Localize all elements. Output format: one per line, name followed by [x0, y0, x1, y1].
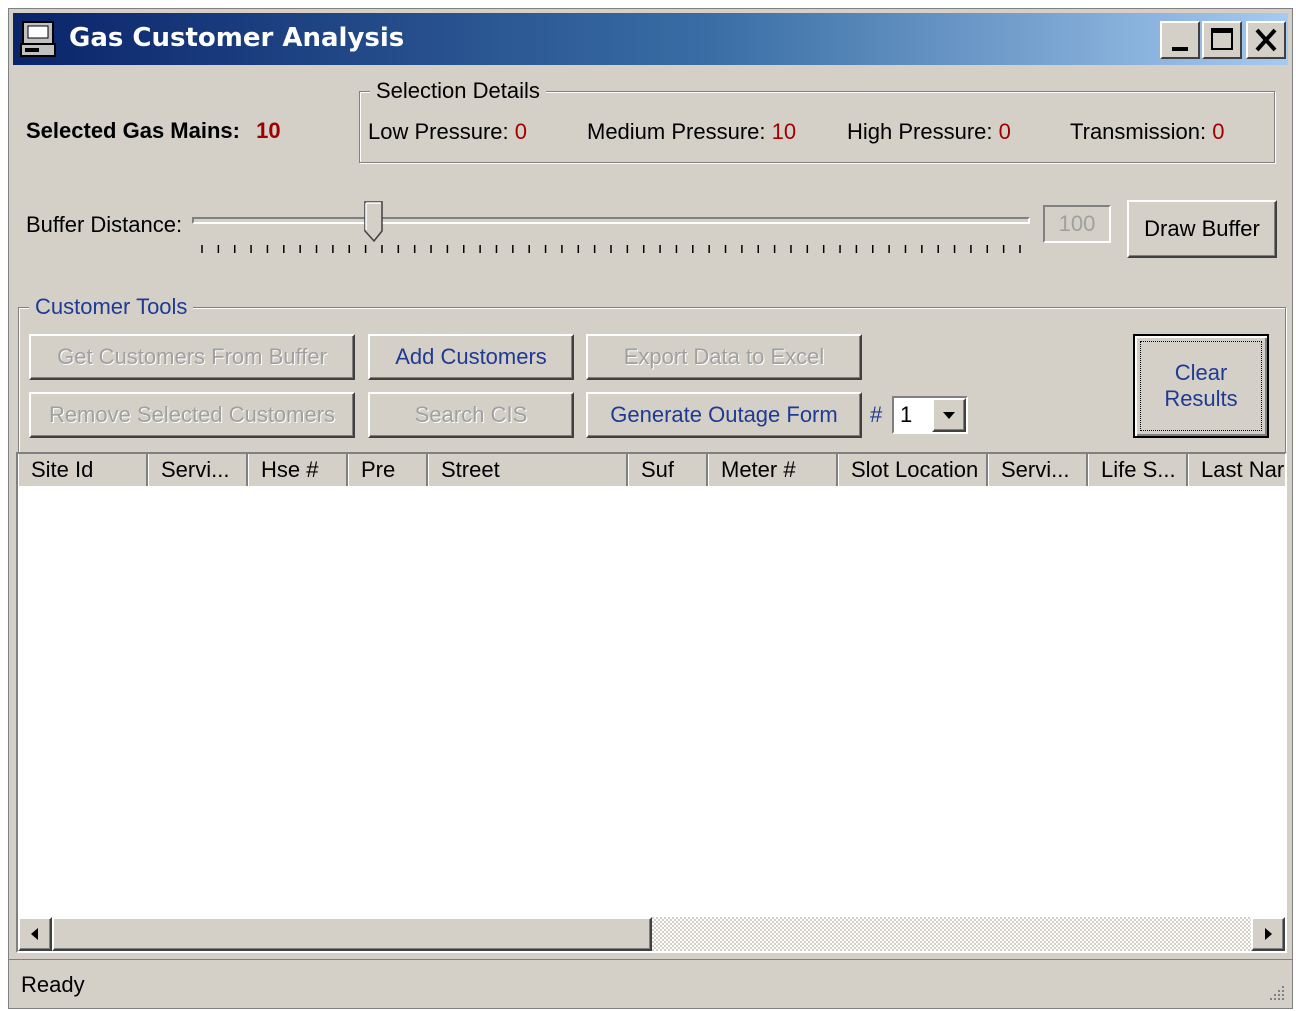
transmission-stat: Transmission: 0 [1070, 119, 1224, 145]
clear-results-line2: Results [1164, 386, 1238, 411]
draw-buffer-button[interactable]: Draw Buffer [1127, 200, 1277, 258]
scroll-thumb[interactable] [52, 917, 652, 951]
high-pressure-value: 0 [998, 119, 1011, 144]
column-header[interactable]: Servi... [148, 454, 248, 486]
clear-results-focus: Clear Results [1140, 341, 1262, 431]
medium-pressure-label: Medium Pressure: [587, 119, 766, 144]
arrow-right-icon [1265, 928, 1272, 940]
scroll-right-button[interactable] [1251, 917, 1285, 951]
form-number-select[interactable]: 1 [892, 396, 968, 434]
low-pressure-label: Low Pressure: [368, 119, 509, 144]
medium-pressure-value: 10 [771, 119, 797, 144]
customer-results-table[interactable]: Site Id Servi... Hse # Pre Street Suf Meter # S… [16, 452, 1287, 953]
selected-gas-mains-value: 10 [256, 118, 281, 143]
app-icon [19, 20, 57, 58]
remove-selected-customers-button[interactable]: Remove Selected Customers [29, 392, 355, 438]
column-header[interactable]: Meter # [708, 454, 838, 486]
customer-tools-title: Customer Tools [29, 294, 194, 320]
column-header[interactable]: Site Id [18, 454, 148, 486]
window-title: Gas Customer Analysis [69, 23, 405, 53]
maximize-icon [1211, 28, 1233, 50]
buffer-distance-slider[interactable] [192, 199, 1030, 259]
column-header[interactable]: Pre [348, 454, 428, 486]
form-number-hash-label: # [870, 402, 883, 427]
transmission-value: 0 [1212, 119, 1225, 144]
column-header[interactable]: Life S... [1088, 454, 1188, 486]
high-pressure-label: High Pressure: [847, 119, 993, 144]
clear-results-button[interactable]: Clear Results [1133, 334, 1269, 438]
slider-track [192, 217, 1030, 224]
minimize-icon [1172, 47, 1188, 51]
medium-pressure-stat: Medium Pressure: 10 [587, 119, 796, 145]
status-bar: Ready [9, 959, 1292, 1008]
column-header[interactable]: Street [428, 454, 628, 486]
title-bar[interactable]: Gas Customer Analysis [13, 13, 1288, 65]
high-pressure-stat: High Pressure: 0 [847, 119, 1011, 145]
arrow-left-icon [31, 928, 38, 940]
add-customers-button[interactable]: Add Customers [368, 334, 574, 380]
column-header[interactable]: Last Nar [1188, 454, 1285, 486]
column-header[interactable]: Suf [628, 454, 708, 486]
selection-details-group: Selection Details Low Pressure: 0 Medium… [359, 78, 1275, 163]
column-header[interactable]: Slot Location [838, 454, 988, 486]
scroll-left-button[interactable] [18, 917, 52, 951]
low-pressure-value: 0 [514, 119, 527, 144]
buffer-distance-label: Buffer Distance: [26, 212, 183, 237]
column-header[interactable]: Servi... [988, 454, 1088, 486]
buffer-distance-value: 100 [1043, 205, 1111, 243]
slider-thumb[interactable] [364, 201, 384, 243]
app-window: Gas Customer Analysis Selected Gas Mains… [8, 8, 1293, 1009]
low-pressure-stat: Low Pressure: 0 [368, 119, 527, 145]
status-text: Ready [21, 972, 85, 997]
selected-gas-mains-label: Selected Gas Mains: [26, 118, 240, 143]
selection-details-title: Selection Details [370, 78, 546, 104]
generate-outage-form-button[interactable]: Generate Outage Form [586, 392, 862, 438]
selected-gas-mains: Selected Gas Mains: 10 [26, 118, 281, 144]
transmission-label: Transmission: [1070, 119, 1207, 144]
table-header: Site Id Servi... Hse # Pre Street Suf Meter # S… [18, 454, 1285, 486]
maximize-button[interactable] [1202, 21, 1242, 59]
slider-ticks [201, 245, 1021, 253]
clear-results-line1: Clear [1174, 360, 1228, 385]
minimize-button[interactable] [1160, 21, 1200, 59]
chevron-down-icon [943, 412, 955, 419]
close-button[interactable] [1246, 21, 1286, 59]
export-data-to-excel-button[interactable]: Export Data to Excel [586, 334, 862, 380]
horizontal-scrollbar[interactable] [18, 917, 1285, 951]
resize-grip-icon[interactable] [1266, 982, 1286, 1002]
form-number-value: 1 [900, 402, 913, 427]
close-icon [1255, 28, 1277, 52]
search-cis-button[interactable]: Search CIS [368, 392, 574, 438]
get-customers-from-buffer-button[interactable]: Get Customers From Buffer [29, 334, 355, 380]
column-header[interactable]: Hse # [248, 454, 348, 486]
form-number-dropdown-button[interactable] [932, 398, 966, 432]
